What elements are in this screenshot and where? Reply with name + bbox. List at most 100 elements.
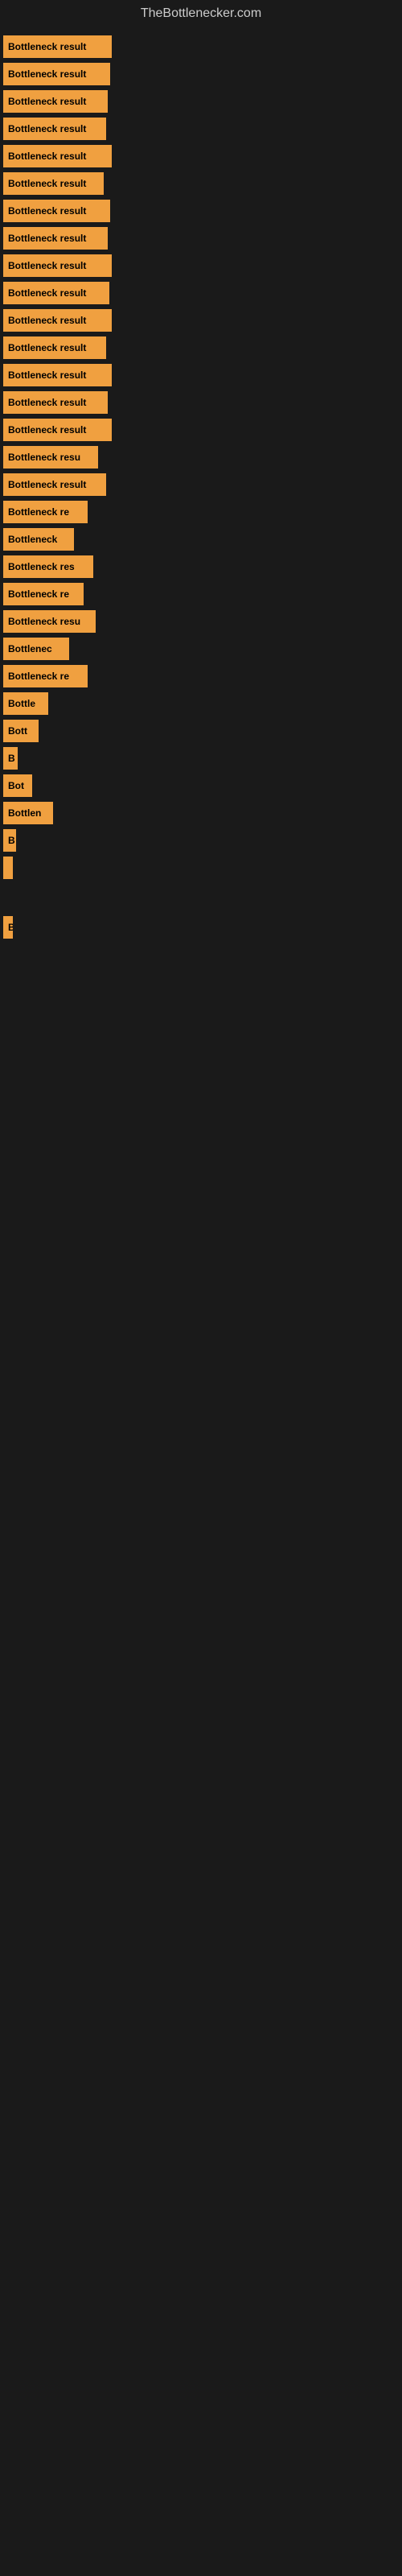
bottleneck-bar: Bottleneck resu <box>3 446 98 469</box>
bar-label: Bottleneck <box>8 534 57 545</box>
bottleneck-bar <box>3 857 13 879</box>
bottleneck-bar: Bottleneck re <box>3 583 84 605</box>
bar-row <box>0 1008 402 1035</box>
bar-label: Bottleneck resu <box>8 616 80 627</box>
bar-row <box>0 976 402 1003</box>
bottleneck-bar: Bottleneck resu <box>3 610 96 633</box>
bottleneck-bar: Bottlen <box>3 802 53 824</box>
bottleneck-bar: Bottleneck result <box>3 254 112 277</box>
bar-row: Bottlen <box>0 802 402 824</box>
bottleneck-bar: Bottleneck result <box>3 364 112 386</box>
bar-row: Bottleneck result <box>0 200 402 222</box>
bar-label: Bottleneck result <box>8 233 86 244</box>
site-title: TheBottlenecker.com <box>141 6 261 20</box>
page-title: TheBottlenecker.com <box>0 0 402 27</box>
chart-area: Bottleneck result Bottleneck result Bottle… <box>0 27 402 1043</box>
bottleneck-bar: Bottleneck <box>3 528 74 551</box>
bar-row: Bottleneck result <box>0 419 402 441</box>
bottleneck-bar: Bottleneck re <box>3 501 88 523</box>
bar-label: Bott <box>8 725 27 737</box>
bar-label: Bottlenec <box>8 643 52 654</box>
bottleneck-bar: Bottleneck re <box>3 665 88 687</box>
bar-row: Bottleneck result <box>0 473 402 496</box>
bar-row <box>0 857 402 879</box>
bar-label: B <box>8 922 13 933</box>
bar-row: B <box>0 829 402 852</box>
bar-row: Bottleneck re <box>0 665 402 687</box>
bar-row: B <box>0 747 402 770</box>
bar-label: Bottleneck result <box>8 123 86 134</box>
bar-label: Bot <box>8 780 24 791</box>
bar-row <box>0 884 402 911</box>
bottleneck-bar: Bottleneck result <box>3 336 106 359</box>
bottleneck-bar: Bottleneck result <box>3 309 112 332</box>
bottleneck-bar: Bottleneck result <box>3 63 110 85</box>
bottleneck-bar: Bottleneck result <box>3 419 112 441</box>
bar-row: Bottle <box>0 692 402 715</box>
bar-row: Bottleneck result <box>0 282 402 304</box>
bar-row: B <box>0 916 402 939</box>
bar-label: B <box>8 835 15 846</box>
bottleneck-bar: Bottleneck result <box>3 473 106 496</box>
bar-row: Bottleneck resu <box>0 446 402 469</box>
bar-row: Bottleneck <box>0 528 402 551</box>
bottleneck-bar: Bottleneck result <box>3 391 108 414</box>
bar-label: Bottleneck re <box>8 588 69 600</box>
bar-label: Bottleneck result <box>8 369 86 381</box>
bar-label: Bottleneck resu <box>8 452 80 463</box>
bar-row <box>0 943 402 971</box>
bar-row: Bot <box>0 774 402 797</box>
bottleneck-bar: Bottleneck res <box>3 555 93 578</box>
bar-row: Bottleneck res <box>0 555 402 578</box>
bar-label: Bottleneck result <box>8 342 86 353</box>
bar-row: Bottleneck result <box>0 172 402 195</box>
bottleneck-bar: Bottleneck result <box>3 145 112 167</box>
bottleneck-bar: Bottleneck result <box>3 200 110 222</box>
bar-row: Bottleneck result <box>0 118 402 140</box>
bottleneck-bar: Bottleneck result <box>3 90 108 113</box>
bar-label: Bottleneck result <box>8 151 86 162</box>
bar-row: Bottleneck result <box>0 145 402 167</box>
bar-label: Bottleneck result <box>8 96 86 107</box>
bar-label: Bottleneck result <box>8 287 86 299</box>
bottleneck-bar: Bottleneck result <box>3 35 112 58</box>
bottleneck-bar: Bottlenec <box>3 638 69 660</box>
bar-row: Bottleneck result <box>0 309 402 332</box>
bar-row: Bottleneck result <box>0 364 402 386</box>
bar-row: Bott <box>0 720 402 742</box>
bar-row: Bottleneck re <box>0 583 402 605</box>
bar-label: Bottleneck result <box>8 41 86 52</box>
bar-label: Bottleneck result <box>8 479 86 490</box>
bottleneck-bar: Bott <box>3 720 39 742</box>
bar-row: Bottleneck resu <box>0 610 402 633</box>
bar-row: Bottleneck re <box>0 501 402 523</box>
bar-label: Bottleneck re <box>8 671 69 682</box>
bar-label: Bottleneck result <box>8 178 86 189</box>
bottleneck-bar: Bottleneck result <box>3 118 106 140</box>
bar-row: Bottleneck result <box>0 254 402 277</box>
bottleneck-bar: Bottleneck result <box>3 172 104 195</box>
bar-label: Bottleneck res <box>8 561 75 572</box>
bottleneck-bar: Bottleneck result <box>3 227 108 250</box>
bar-label: Bottleneck result <box>8 397 86 408</box>
bottleneck-bar: Bot <box>3 774 32 797</box>
bar-label: Bottleneck result <box>8 315 86 326</box>
bar-row: Bottleneck result <box>0 63 402 85</box>
bottleneck-bar: Bottleneck result <box>3 282 109 304</box>
bottleneck-bar: B <box>3 829 16 852</box>
bar-label: Bottleneck result <box>8 260 86 271</box>
bottleneck-bar: B <box>3 747 18 770</box>
bar-row: Bottleneck result <box>0 336 402 359</box>
bar-row: Bottleneck result <box>0 35 402 58</box>
bar-row: Bottlenec <box>0 638 402 660</box>
bar-row: Bottleneck result <box>0 90 402 113</box>
bar-row: Bottleneck result <box>0 227 402 250</box>
bar-label: Bottleneck result <box>8 68 86 80</box>
bottleneck-bar: Bottle <box>3 692 48 715</box>
bar-label: Bottle <box>8 698 35 709</box>
bar-label: Bottleneck result <box>8 205 86 217</box>
bar-row: Bottleneck result <box>0 391 402 414</box>
bar-label: B <box>8 753 15 764</box>
bar-label: Bottleneck re <box>8 506 69 518</box>
bar-label: Bottlen <box>8 807 41 819</box>
